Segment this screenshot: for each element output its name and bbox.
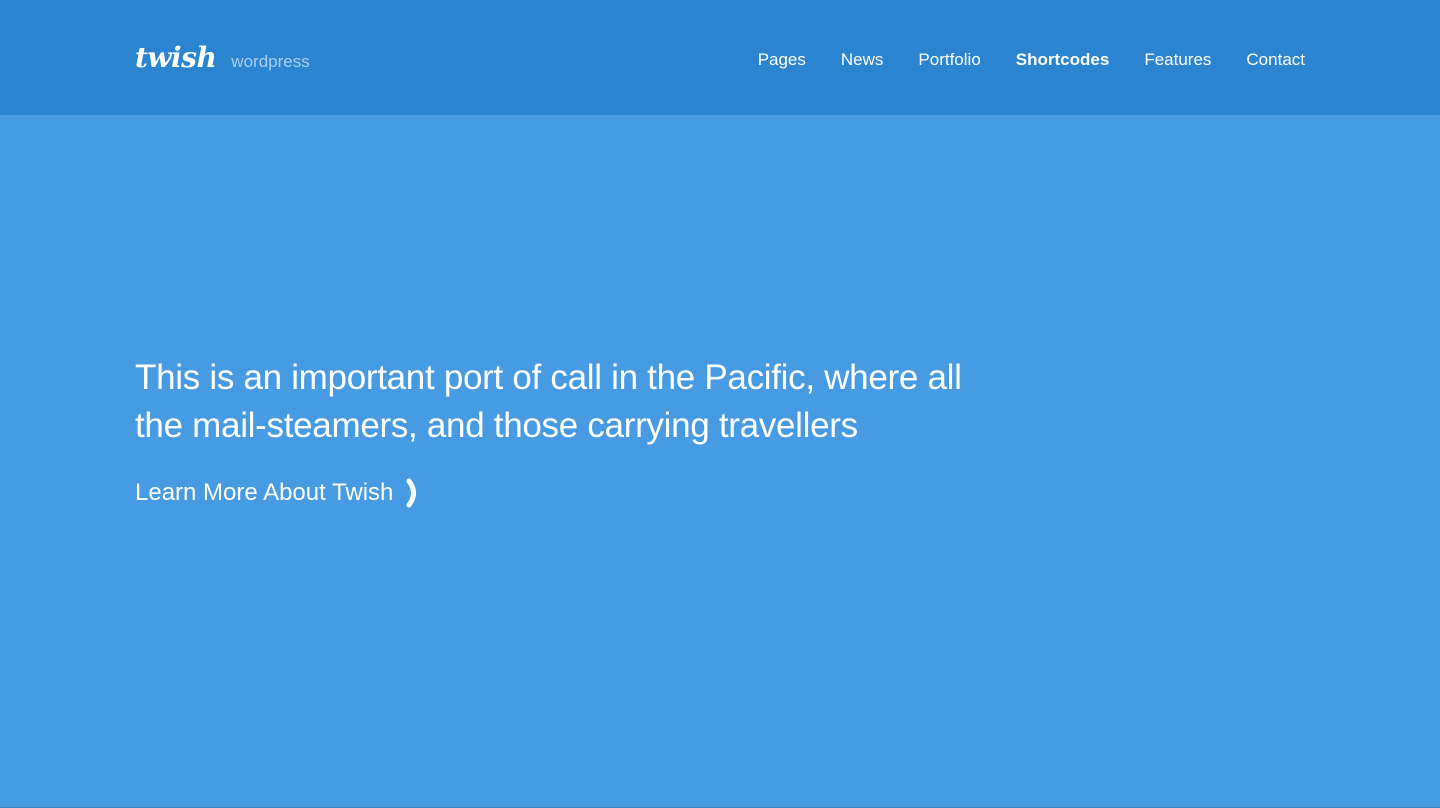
nav-item-news[interactable]: News bbox=[841, 48, 884, 72]
brand[interactable]: twish wordpress bbox=[135, 42, 310, 78]
nav-item-pages[interactable]: Pages bbox=[758, 48, 806, 72]
chevron-right-icon[interactable] bbox=[405, 476, 421, 510]
logo[interactable]: twish bbox=[135, 42, 217, 74]
tagline: wordpress bbox=[231, 52, 310, 71]
learn-more-link[interactable]: Learn More About Twish bbox=[135, 476, 421, 510]
nav-item-features[interactable]: Features bbox=[1144, 48, 1211, 72]
main-nav: Pages News Portfolio Shortcodes Features… bbox=[758, 48, 1305, 72]
nav-item-shortcodes[interactable]: Shortcodes bbox=[1016, 48, 1110, 72]
learn-more-label[interactable]: Learn More About Twish bbox=[135, 477, 393, 509]
hero-text: This is an important port of call in the… bbox=[135, 358, 962, 445]
nav-item-contact[interactable]: Contact bbox=[1246, 48, 1305, 72]
hero-section: This is an important port of call in the… bbox=[0, 115, 1440, 807]
site-header: twish wordpress Pages News Portfolio Sho… bbox=[0, 0, 1440, 115]
nav-item-portfolio[interactable]: Portfolio bbox=[918, 48, 980, 72]
